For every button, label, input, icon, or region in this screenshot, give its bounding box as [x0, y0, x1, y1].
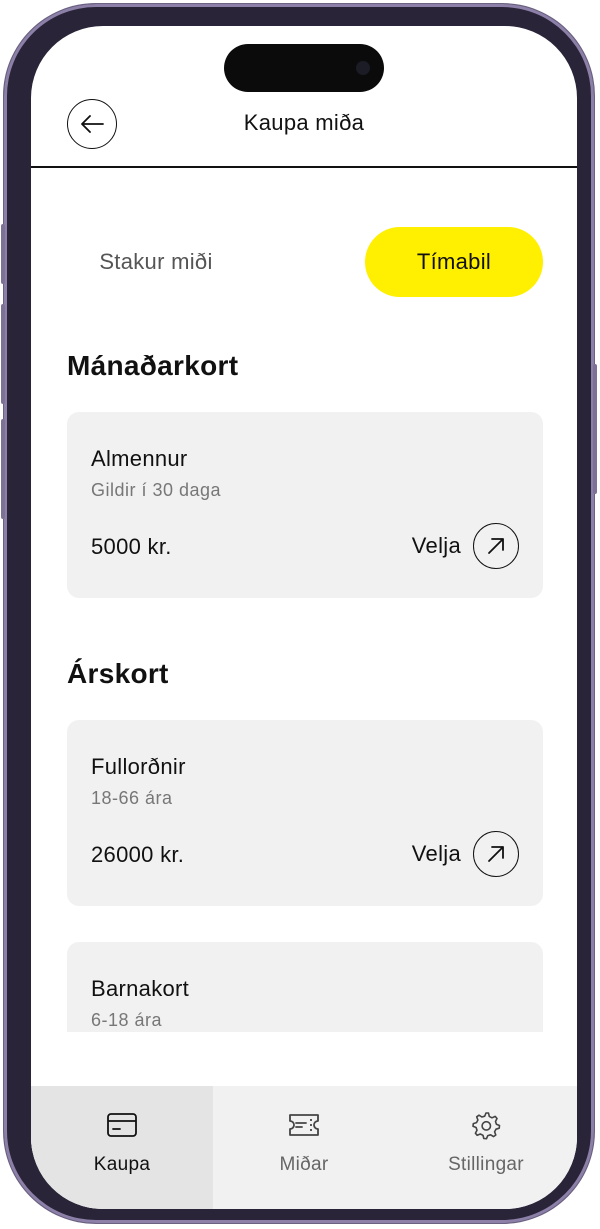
- ticket-card: Almennur Gildir í 30 daga 5000 kr. Velja: [67, 412, 543, 598]
- ticket-card: Fullorðnir 18-66 ára 26000 kr. Velja: [67, 720, 543, 906]
- ticket-price: 26000 kr.: [91, 842, 185, 867]
- tab-period[interactable]: Tímabil: [365, 227, 543, 297]
- page-title: Kaupa miða: [243, 110, 365, 135]
- ticket-name: Fullorðnir: [91, 754, 186, 779]
- nav-label: Stillingar: [448, 1154, 524, 1175]
- ticket-icon: [287, 1110, 321, 1140]
- select-button[interactable]: Velja: [412, 830, 519, 878]
- section-title-yearly: Árskort: [67, 658, 169, 689]
- bottom-nav: Kaupa Miðar Stillingar: [31, 1086, 577, 1209]
- side-button: [1, 419, 5, 519]
- ticket-type-tabs: Stakur miði Tímabil: [67, 227, 543, 297]
- ticket-card[interactable]: Barnakort 6-18 ára: [67, 942, 543, 1032]
- nav-label: Miðar: [279, 1154, 329, 1175]
- screen: Kaupa miða Stakur miði Tímabil Mánaðarko…: [31, 26, 577, 1209]
- arrow-up-right-icon: [473, 523, 519, 569]
- ticket-name: Almennur: [91, 446, 188, 471]
- camera-lens: [356, 61, 370, 75]
- nav-item-midar[interactable]: Miðar: [213, 1086, 395, 1209]
- arrow-up-right-icon: [473, 831, 519, 877]
- ticket-price: 5000 kr.: [91, 534, 172, 559]
- ticket-name: Barnakort: [91, 976, 190, 1001]
- nav-label: Kaupa: [93, 1154, 151, 1175]
- side-button: [593, 364, 597, 494]
- gear-icon: [471, 1110, 501, 1140]
- nav-item-kaupa[interactable]: Kaupa: [31, 1086, 213, 1209]
- select-label: Velja: [411, 533, 461, 558]
- select-label: Velja: [411, 841, 461, 866]
- nav-item-stillingar[interactable]: Stillingar: [395, 1086, 577, 1209]
- header: Kaupa miða: [31, 88, 577, 168]
- ticket-subtitle: 6-18 ára: [91, 1010, 163, 1030]
- side-button: [1, 224, 5, 284]
- ticket-subtitle: 18-66 ára: [91, 788, 173, 808]
- ticket-subtitle: Gildir í 30 daga: [91, 480, 222, 500]
- phone-frame: Kaupa miða Stakur miði Tímabil Mánaðarko…: [1, 4, 597, 1223]
- section-title-monthly: Mánaðarkort: [67, 350, 239, 381]
- select-button[interactable]: Velja: [412, 522, 519, 570]
- tab-single-ticket[interactable]: Stakur miði: [67, 227, 245, 297]
- side-button: [1, 304, 5, 404]
- dynamic-island: [224, 44, 384, 92]
- credit-card-icon: [106, 1110, 138, 1140]
